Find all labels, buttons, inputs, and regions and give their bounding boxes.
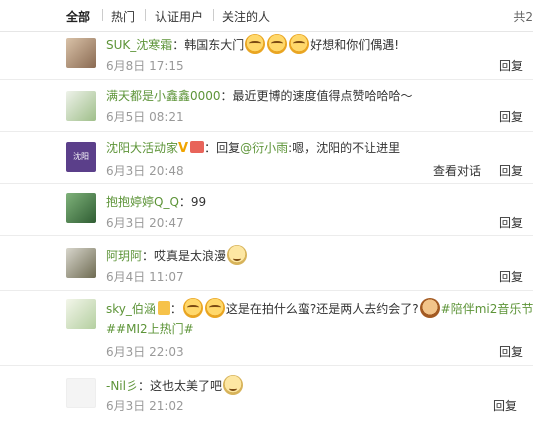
comment-text: 好想和你们偶遇!: [310, 38, 400, 52]
comment-item: 沈阳 沈阳大活动家V ：回复@衍小雨:嗯，沈阳的不让进里 6月3日 20:48 查…: [0, 132, 533, 184]
monkey-emoji-icon: [419, 298, 440, 318]
comment-text: 这是在拍什么蛮?还是两人去约会了?: [225, 302, 419, 316]
comment-timestamp: 6月3日 21:02: [106, 399, 184, 413]
couple-emoji-icon: [204, 298, 225, 318]
comment-username[interactable]: 满天都是小鑫鑫0000: [106, 89, 221, 103]
comment-item: sky_伯涵 ： 这是在拍什么蛮?还是两人去约会了? #陪伴mi2音乐节 ##MI2上…: [0, 291, 533, 366]
crying-emoji-icon: [289, 34, 310, 54]
reply-button[interactable]: 回复: [499, 108, 523, 125]
comment-timestamp: 6月3日 22:03: [106, 345, 184, 359]
view-conversation-button[interactable]: 查看对话: [433, 162, 481, 179]
comment-username[interactable]: SUK_沈寒霜: [106, 38, 172, 52]
comment-item: 抱抱婷婷Q_Q：99 6月3日 20:47 回复: [0, 184, 533, 236]
reply-button[interactable]: 回复: [499, 214, 523, 231]
avatar[interactable]: [66, 299, 96, 329]
comment-item: 阿玥阿：哎真是太浪漫 6月4日 11:07 回复: [0, 236, 533, 291]
comment-text: ：99: [178, 195, 207, 209]
reply-button[interactable]: 回复: [499, 343, 523, 360]
comment-timestamp: 6月3日 20:48: [106, 164, 184, 178]
comment-text: ：: [169, 302, 182, 316]
avatar[interactable]: [66, 248, 96, 278]
comment-item: -Nil彡：这也太美了吧 6月3日 21:02 回复: [0, 366, 533, 422]
avatar[interactable]: [66, 378, 96, 408]
crying-emoji-icon: [245, 34, 266, 54]
comment-item: SUK_沈寒霜：韩国东大门 好想和你们偶遇! 6月8日 17:15 回复: [0, 32, 533, 80]
reply-button[interactable]: 回复: [499, 268, 523, 285]
avatar[interactable]: 沈阳: [66, 142, 96, 172]
comment-filter-tabs: 全部 热门 认证用户 关注的人 共2: [0, 0, 533, 32]
mention-link[interactable]: @衍小雨: [240, 141, 288, 155]
comment-username[interactable]: -Nil彡: [106, 379, 138, 393]
avatar[interactable]: [66, 193, 96, 223]
reply-button[interactable]: 回复: [499, 57, 523, 74]
avatar[interactable]: [66, 38, 96, 68]
comment-text: ：回复: [204, 141, 241, 155]
comment-username[interactable]: 抱抱婷婷Q_Q: [106, 195, 179, 209]
comment-text: ：最近更博的速度值得点赞哈哈哈～: [220, 89, 413, 103]
topic-link[interactable]: ##MI2上热门#: [106, 320, 194, 338]
comment-timestamp: 6月3日 20:47: [106, 216, 184, 230]
verified-v-icon: V: [178, 141, 189, 156]
comment-username[interactable]: 沈阳大活动家: [106, 141, 178, 155]
reply-button[interactable]: 回复: [493, 397, 517, 414]
tab-divider: [145, 9, 146, 21]
comment-username[interactable]: 阿玥阿: [106, 249, 142, 263]
crying-emoji-icon: [267, 34, 288, 54]
tab-divider: [213, 9, 214, 21]
reply-button[interactable]: 回复: [499, 162, 523, 179]
tab-divider: [102, 9, 103, 21]
couple-emoji-icon: [182, 298, 203, 318]
comment-timestamp: 6月5日 08:21: [106, 110, 184, 124]
comment-timestamp: 6月8日 17:15: [106, 59, 184, 73]
tab-hot[interactable]: 热门: [111, 8, 135, 25]
comment-timestamp: 6月4日 11:07: [106, 270, 184, 284]
comment-text: ：韩国东大门: [172, 38, 245, 52]
comment-total-count: 共2: [513, 10, 533, 24]
member-badge-icon: [190, 141, 205, 153]
tab-all[interactable]: 全部: [66, 8, 90, 25]
tab-verified[interactable]: 认证用户: [155, 8, 203, 25]
comment-username[interactable]: sky_伯涵: [106, 302, 156, 316]
smile-emoji-icon: [223, 375, 243, 395]
avatar[interactable]: [66, 91, 96, 121]
embarrassed-emoji-icon: [227, 245, 248, 265]
comment-item: 满天都是小鑫鑫0000：最近更博的速度值得点赞哈哈哈～ 6月5日 08:21 回…: [0, 80, 533, 132]
comment-text: ：这也太美了吧: [137, 379, 222, 393]
comment-text: ：哎真是太浪漫: [142, 249, 227, 263]
topic-link[interactable]: #陪伴mi2音乐节: [441, 302, 533, 316]
comment-text: :嗯，沈阳的不让进里: [288, 141, 401, 155]
member-badge-icon: [157, 301, 170, 315]
tab-following[interactable]: 关注的人: [222, 8, 270, 25]
